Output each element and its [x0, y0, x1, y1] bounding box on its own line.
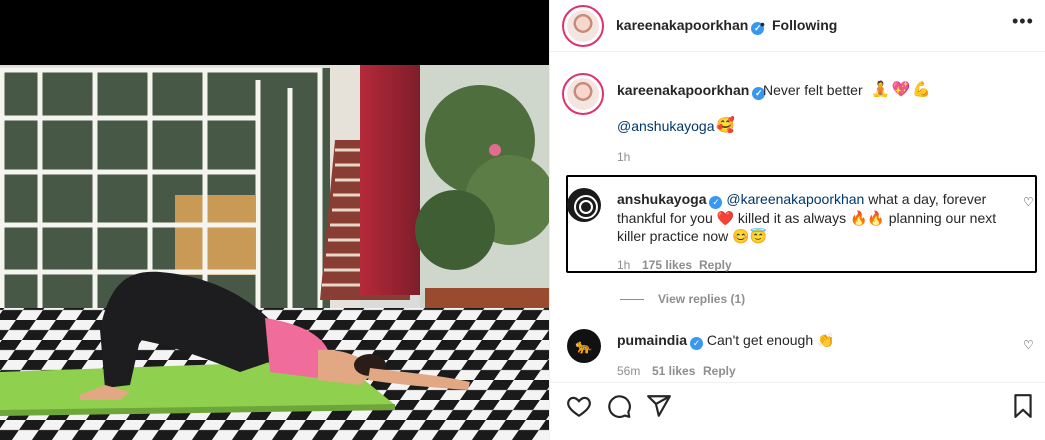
comment-avatar-anshukayoga[interactable] [567, 188, 601, 222]
verified-icon: ✓ [709, 196, 723, 209]
heart-icon[interactable] [566, 393, 592, 419]
heart-icon[interactable]: ♡ [1023, 195, 1034, 209]
comment-body: anshukayoga ✓ @kareenakapoorkhan what a d… [617, 190, 997, 245]
post-side-panel: kareenakapoorkhan ✓ • Following ••• karee… [549, 0, 1045, 440]
comment-username[interactable]: pumaindia [617, 332, 687, 348]
replies-line [620, 299, 644, 301]
comment-icon[interactable] [606, 393, 632, 419]
header-separator: • [760, 16, 765, 32]
yoga-scene-image [0, 0, 549, 440]
comment-avatar-pumaindia[interactable]: 🐆 [567, 329, 601, 363]
caption-mention-link[interactable]: @anshukayoga [617, 118, 715, 134]
share-icon[interactable] [646, 393, 672, 419]
comment-text: Can't get enough 👏 [706, 332, 835, 348]
header-avatar[interactable] [562, 5, 604, 47]
following-button[interactable]: Following [772, 17, 837, 33]
comment-likes[interactable]: 51 likes [652, 364, 695, 378]
caption-timestamp[interactable]: 1h [617, 150, 630, 164]
header-username[interactable]: kareenakapoorkhan ✓ [616, 17, 765, 35]
reply-button[interactable]: Reply [699, 258, 732, 272]
bookmark-icon[interactable] [1010, 393, 1036, 419]
post-photo[interactable] [0, 0, 549, 440]
reply-button[interactable]: Reply [703, 364, 736, 378]
caption-text: Never felt better [763, 82, 863, 98]
comment-likes[interactable]: 175 likes [642, 258, 692, 272]
view-replies-button[interactable]: View replies (1) [620, 292, 745, 306]
heart-icon[interactable]: ♡ [1023, 338, 1034, 352]
caption-mention-emoji: 🥰 [716, 117, 735, 134]
action-bar [550, 382, 1045, 440]
caption-username[interactable]: kareenakapoorkhan ✓ [617, 82, 766, 100]
comment-time[interactable]: 1h [617, 258, 630, 272]
comment-time[interactable]: 56m [617, 364, 640, 378]
comment-body: pumaindia ✓ Can't get enough 👏 [617, 332, 834, 350]
verified-icon: ✓ [690, 337, 704, 350]
caption-avatar[interactable] [562, 73, 604, 115]
caption-emojis: 🧘💖💪 [871, 81, 934, 98]
comment-mention-link[interactable]: @kareenakapoorkhan [726, 191, 864, 207]
more-icon[interactable]: ••• [1012, 12, 1033, 34]
post-header: kareenakapoorkhan ✓ • Following ••• [550, 0, 1045, 52]
comment-username[interactable]: anshukayoga [617, 191, 706, 207]
